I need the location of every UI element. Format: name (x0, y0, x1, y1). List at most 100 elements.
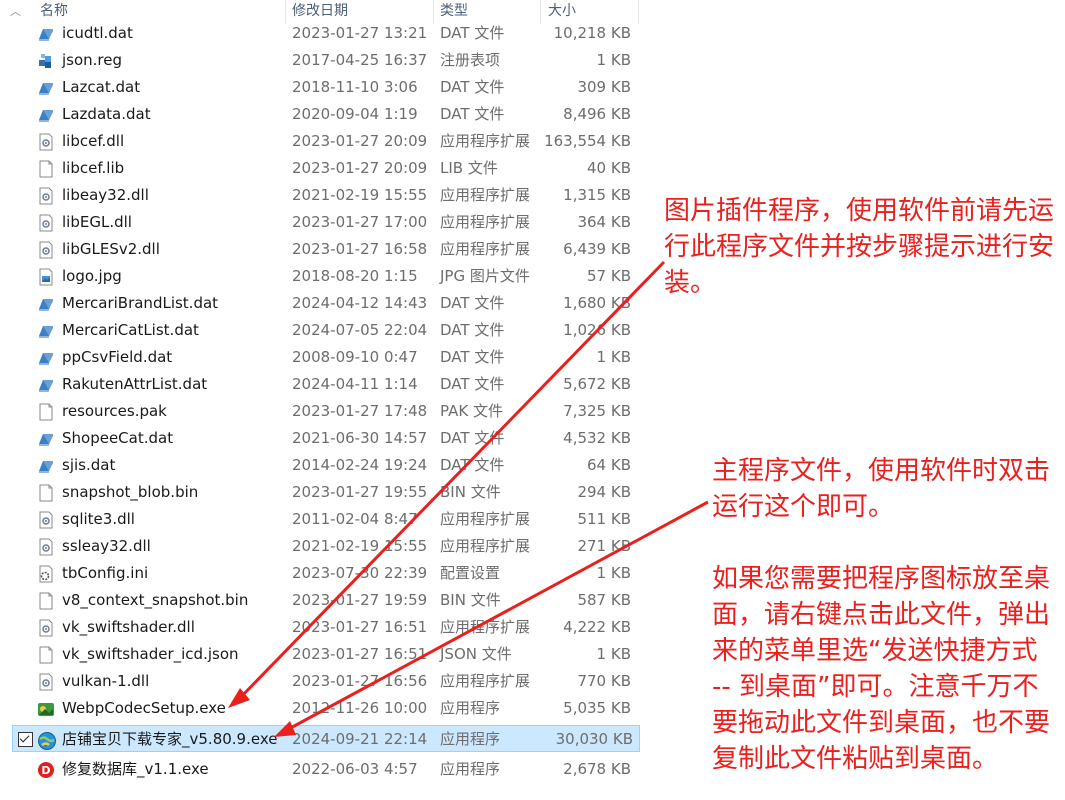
file-type: 配置设置 (440, 564, 501, 582)
file-date: 2023-01-27 13:21 (292, 24, 428, 42)
dat-file-icon (37, 349, 55, 367)
file-name: RakutenAttrList.dat (62, 375, 208, 393)
file-date: 2021-02-19 15:55 (292, 537, 428, 555)
dat-file-icon (37, 430, 55, 448)
file-name: 修复数据库_v1.1.exe (62, 760, 209, 778)
file-name: sjis.dat (62, 456, 116, 474)
file-date: 2008-09-10 0:47 (292, 348, 418, 366)
file-row[interactable]: vk_swiftshader_icd.json 2023-01-27 16:51 J… (0, 641, 640, 668)
column-header-name[interactable]: 名称 (40, 0, 68, 22)
file-row[interactable]: snapshot_blob.bin 2023-01-27 19:55 BIN 文件 2… (0, 479, 640, 506)
file-type: LIB 文件 (440, 159, 498, 177)
dll-file-icon (37, 133, 55, 151)
file-row[interactable]: sjis.dat 2014-02-24 19:24 DAT 文件 64 KB (0, 452, 640, 479)
file-date: 2023-01-27 16:51 (292, 618, 428, 636)
file-row[interactable]: v8_context_snapshot.bin 2023-01-27 19:59 B… (0, 587, 640, 614)
dll-file-icon (37, 214, 55, 232)
file-name: MercariBrandList.dat (62, 294, 219, 312)
dll-file-icon (37, 673, 55, 691)
file-date: 2018-11-10 3:06 (292, 78, 418, 96)
file-name: vulkan-1.dll (62, 672, 150, 690)
file-type: DAT 文件 (440, 456, 505, 474)
file-type: JSON 文件 (440, 645, 512, 663)
column-header-type[interactable]: 类型 (440, 0, 468, 22)
registry-file-icon (37, 52, 55, 70)
file-size: 1 KB (596, 51, 631, 69)
file-date: 2023-01-27 20:09 (292, 159, 428, 177)
file-size: 4,222 KB (563, 618, 631, 636)
file-type: DAT 文件 (440, 375, 505, 393)
blank-file-icon (37, 403, 55, 421)
file-size: 1,315 KB (563, 186, 631, 204)
file-row[interactable]: json.reg 2017-04-25 16:37 注册表项 1 KB (0, 47, 640, 74)
file-type: 应用程序扩展 (440, 240, 531, 258)
file-name: sqlite3.dll (62, 510, 135, 528)
file-date: 2024-09-21 22:14 (292, 730, 428, 748)
file-row[interactable]: vk_swiftshader.dll 2023-01-27 16:51 应用程序扩展… (0, 614, 640, 641)
file-size: 1 KB (596, 645, 631, 663)
file-date: 2021-02-19 15:55 (292, 186, 428, 204)
file-type: 应用程序扩展 (440, 537, 531, 555)
file-row[interactable]: ppCsvField.dat 2008-09-10 0:47 DAT 文件 1 KB (0, 344, 640, 371)
file-row[interactable]: Lazdata.dat 2020-09-04 1:19 DAT 文件 8,496 KB (0, 101, 640, 128)
repair-app-icon: D (37, 761, 55, 779)
blank-file-icon (37, 592, 55, 610)
file-date: 2024-04-11 1:14 (292, 375, 418, 393)
file-name: json.reg (62, 51, 123, 69)
dll-file-icon (37, 538, 55, 556)
file-date: 2023-01-27 16:51 (292, 645, 428, 663)
file-name: libGLESv2.dll (62, 240, 160, 258)
file-row[interactable]: logo.jpg 2018-08-20 1:15 JPG 图片文件 57 KB (0, 263, 640, 290)
file-row[interactable]: D 修复数据库_v1.1.exe 2022-06-03 4:57 应用程序 2,678 … (0, 756, 640, 783)
file-row[interactable]: Lazcat.dat 2018-11-10 3:06 DAT 文件 309 KB (0, 74, 640, 101)
column-header-size[interactable]: 大小 (548, 0, 576, 22)
file-row[interactable]: libEGL.dll 2023-01-27 17:00 应用程序扩展 364 KB (0, 209, 640, 236)
file-row[interactable]: WebpCodecSetup.exe 2012-11-26 10:00 应用程序 5,… (0, 695, 640, 722)
file-date: 2014-02-24 19:24 (292, 456, 428, 474)
file-type: 应用程序 (440, 699, 501, 717)
file-date: 2012-11-26 10:00 (292, 699, 428, 717)
dat-file-icon (37, 79, 55, 97)
app-globe-icon (37, 731, 56, 750)
file-row[interactable]: MercariCatList.dat 2024-07-05 22:04 DAT 文件… (0, 317, 640, 344)
blank-file-icon (37, 484, 55, 502)
file-row[interactable]: MercariBrandList.dat 2024-04-12 14:43 DAT … (0, 290, 640, 317)
file-date: 2023-07-30 22:39 (292, 564, 428, 582)
row-checkbox[interactable] (18, 732, 33, 747)
file-type: DAT 文件 (440, 348, 505, 366)
file-name: vk_swiftshader_icd.json (62, 645, 239, 663)
svg-text:D: D (41, 764, 50, 777)
file-size: 64 KB (587, 456, 631, 474)
file-row[interactable]: ShopeeCat.dat 2021-06-30 14:57 DAT 文件 4,532… (0, 425, 640, 452)
file-size: 8,496 KB (563, 105, 631, 123)
ini-file-icon (37, 565, 55, 583)
file-row[interactable]: tbConfig.ini 2023-07-30 22:39 配置设置 1 KB (0, 560, 640, 587)
blank-file-icon (37, 646, 55, 664)
file-row[interactable]: resources.pak 2023-01-27 17:48 PAK 文件 7,325… (0, 398, 640, 425)
file-row[interactable]: sqlite3.dll 2011-02-04 8:47 应用程序扩展 511 KB (0, 506, 640, 533)
file-size: 364 KB (577, 213, 631, 231)
file-row[interactable]: libGLESv2.dll 2023-01-27 16:58 应用程序扩展 6,439… (0, 236, 640, 263)
sort-caret-icon: ︿ (10, 5, 21, 18)
file-type: DAT 文件 (440, 321, 505, 339)
file-row-selected[interactable]: 店铺宝贝下载专家_v5.80.9.exe 2024-09-21 22:14 应用程序… (12, 725, 640, 752)
column-header-bar: ︿ 名称 修改日期 类型 大小 (0, 0, 640, 24)
file-row[interactable]: icudtl.dat 2023-01-27 13:21 DAT 文件 10,218 K… (0, 20, 640, 47)
file-size: 1,026 KB (563, 321, 631, 339)
file-row[interactable]: libeay32.dll 2021-02-19 15:55 应用程序扩展 1,315 … (0, 182, 640, 209)
file-row[interactable]: libcef.lib 2023-01-27 20:09 LIB 文件 40 KB (0, 155, 640, 182)
file-size: 6,439 KB (563, 240, 631, 258)
file-date: 2011-02-04 8:47 (292, 510, 418, 528)
file-row[interactable]: vulkan-1.dll 2023-01-27 16:56 应用程序扩展 770 KB (0, 668, 640, 695)
file-row[interactable]: RakutenAttrList.dat 2024-04-11 1:14 DAT 文件… (0, 371, 640, 398)
file-size: 4,532 KB (563, 429, 631, 447)
file-row[interactable]: ssleay32.dll 2021-02-19 15:55 应用程序扩展 271 KB (0, 533, 640, 560)
column-header-date[interactable]: 修改日期 (292, 0, 348, 22)
dat-file-icon (37, 106, 55, 124)
file-size: 30,030 KB (555, 730, 633, 748)
file-size: 271 KB (577, 537, 631, 555)
blank-file-icon (37, 160, 55, 178)
file-name: libcef.dll (62, 132, 125, 150)
file-row[interactable]: libcef.dll 2023-01-27 20:09 应用程序扩展 163,554 … (0, 128, 640, 155)
file-name: vk_swiftshader.dll (62, 618, 195, 636)
